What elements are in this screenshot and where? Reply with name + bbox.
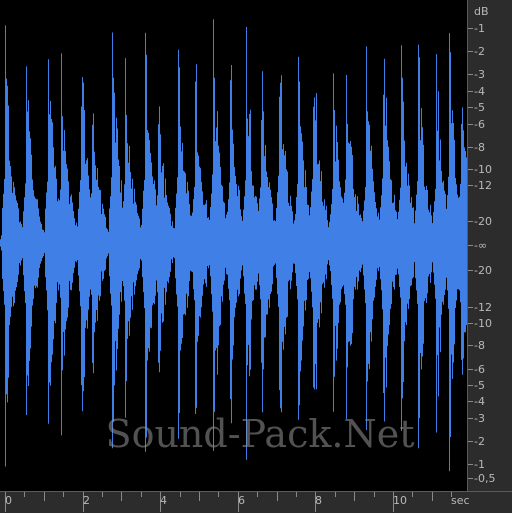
db-center-label: -∞ (474, 239, 488, 252)
db-tick (468, 107, 473, 108)
db-tick (468, 464, 473, 465)
time-unit-label: sec (451, 494, 470, 507)
db-tick (468, 323, 473, 324)
time-tick (334, 492, 336, 497)
time-tick (43, 492, 45, 501)
db-label: -4 (474, 395, 485, 408)
db-label: -8 (474, 141, 485, 154)
time-tick (218, 492, 220, 497)
db-tick (468, 169, 473, 170)
db-label: -10 (474, 317, 492, 330)
db-tick (468, 74, 473, 75)
db-tick (468, 147, 473, 148)
time-tick (24, 492, 26, 497)
time-tick (140, 492, 142, 497)
time-label: 0 (5, 494, 12, 507)
db-tick (468, 441, 473, 442)
time-label: 8 (315, 494, 322, 507)
time-label: 2 (83, 494, 90, 507)
db-label: -5 (474, 379, 485, 392)
db-label: -6 (474, 118, 485, 131)
db-tick (468, 307, 473, 308)
time-tick (354, 492, 356, 501)
db-label: -6 (474, 363, 485, 376)
db-tick (468, 124, 473, 125)
time-tick (296, 492, 297, 497)
time-tick (199, 492, 200, 501)
db-label: -3 (474, 68, 485, 81)
time-label: 4 (160, 494, 167, 507)
db-unit-label: dB (474, 5, 489, 18)
time-tick (257, 492, 259, 497)
waveform-path (0, 19, 467, 472)
time-tick (431, 492, 433, 501)
time-tick (373, 492, 375, 497)
db-tick (468, 369, 473, 370)
db-label: -20 (474, 215, 492, 228)
time-tick (102, 492, 103, 497)
db-label: -12 (474, 179, 492, 192)
db-tick (468, 185, 473, 186)
db-scale-ruler: dB -1 -2 -3 -4 -5 -6 -8 -10 -12 -20 -∞ -… (468, 0, 512, 491)
db-label: -20 (474, 264, 492, 277)
db-tick (468, 385, 473, 386)
db-label: -5 (474, 101, 485, 114)
db-label: -2 (474, 45, 485, 58)
time-ruler[interactable]: 0 2 4 6 8 10 sec (0, 491, 512, 513)
time-tick (179, 492, 181, 497)
db-label: -4 (474, 85, 485, 98)
db-label: -12 (474, 301, 492, 314)
db-label: -0,5 (474, 472, 496, 485)
db-tick (468, 270, 473, 271)
time-tick (63, 492, 65, 497)
db-tick (468, 418, 473, 419)
db-tick (468, 245, 473, 246)
db-tick (468, 345, 473, 346)
db-label: -1 (474, 458, 485, 471)
db-label: -2 (474, 435, 485, 448)
db-tick (468, 221, 473, 222)
waveform[interactable] (0, 0, 467, 491)
db-label: -8 (474, 339, 485, 352)
db-tick (468, 401, 473, 402)
time-tick (276, 492, 278, 501)
time-tick (121, 492, 123, 501)
db-label: -1 (474, 22, 485, 35)
db-label: -10 (474, 163, 492, 176)
db-tick (468, 28, 473, 29)
time-label: 10 (393, 494, 407, 507)
waveform-display[interactable]: Sound-Pack.Net (0, 0, 468, 491)
db-tick (468, 91, 473, 92)
db-tick (468, 478, 473, 479)
db-label: -3 (474, 412, 485, 425)
db-tick (468, 51, 473, 52)
time-tick (412, 492, 414, 497)
time-label: 6 (238, 494, 245, 507)
waveform-editor: Sound-Pack.Net dB -1 -2 -3 -4 -5 -6 -8 -… (0, 0, 512, 513)
